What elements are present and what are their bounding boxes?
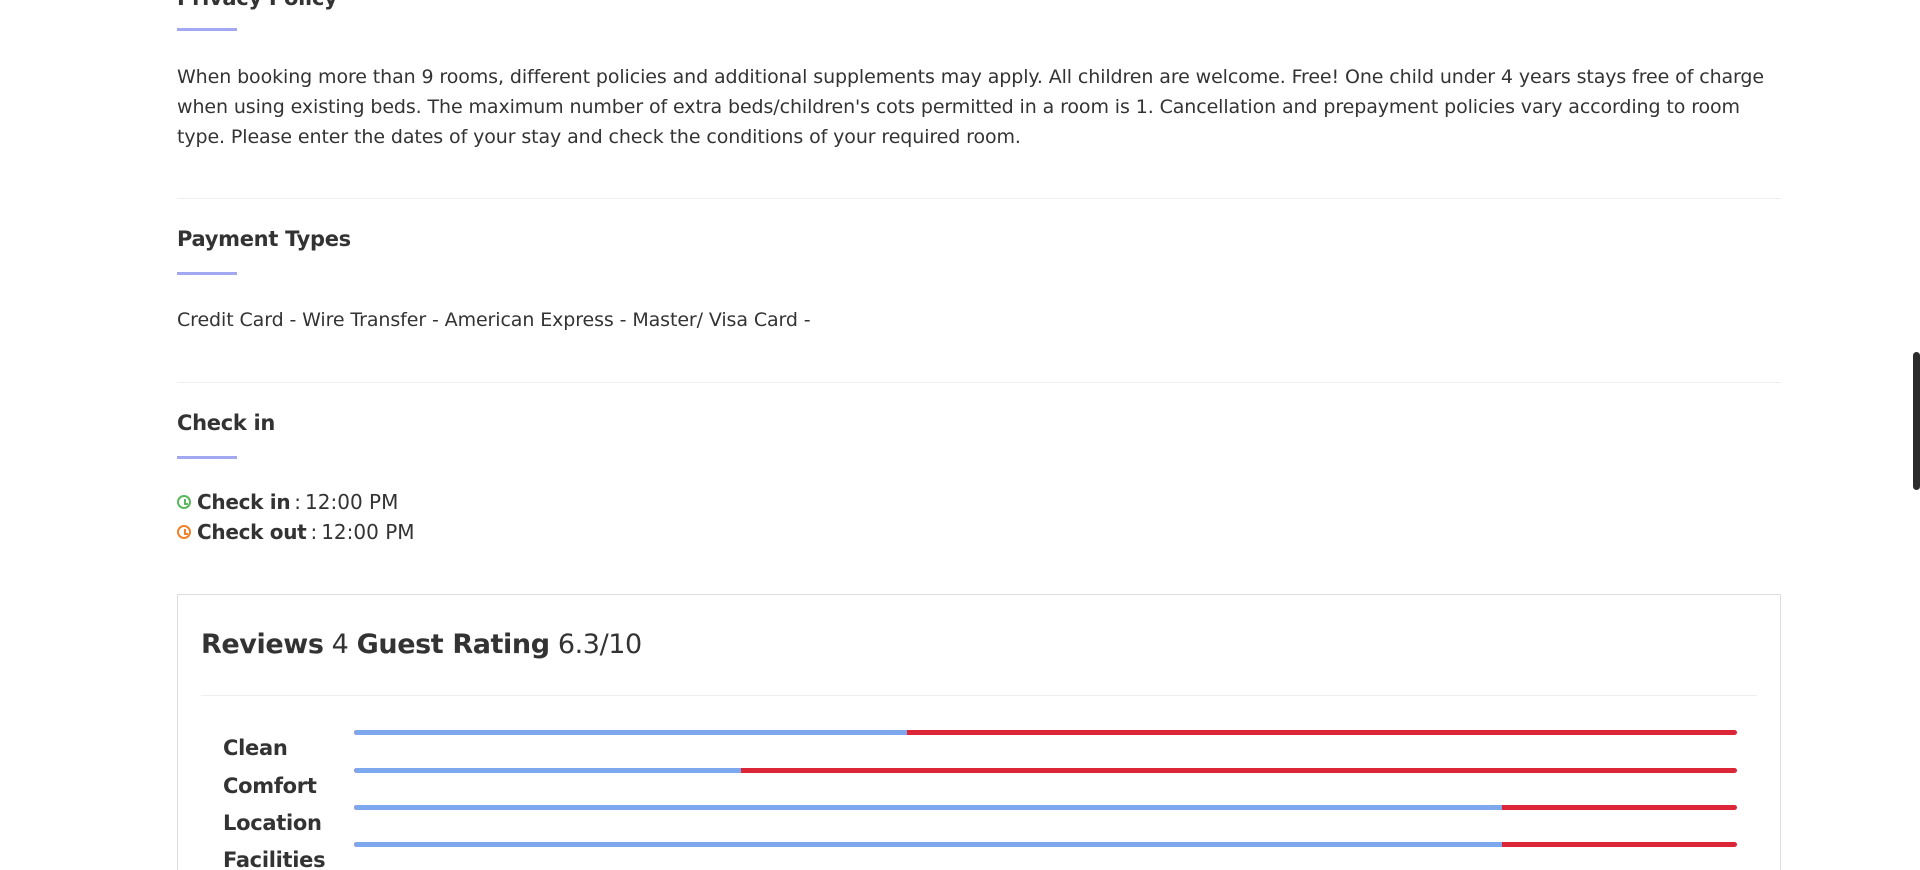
rating-row-clean: Clean	[223, 724, 1743, 760]
check-out-label: Check out	[197, 520, 307, 544]
rating-row-location: Location	[223, 799, 1743, 835]
check-out-time-row: Check out : 12:00 PM	[177, 517, 415, 547]
payment-types-title: Payment Types	[177, 227, 351, 251]
rating-bar-fill	[354, 768, 742, 773]
rating-bar	[354, 842, 1737, 847]
check-in-label: Check in	[197, 490, 291, 514]
reviews-label: Reviews	[201, 629, 324, 660]
guest-rating-value: 6.3/10	[557, 629, 642, 660]
rating-bar	[354, 805, 1737, 810]
clock-icon	[177, 525, 191, 539]
payment-types-text: Credit Card - Wire Transfer - American E…	[177, 309, 811, 331]
guest-rating-label: Guest Rating	[356, 629, 550, 660]
page-scrollbar-thumb[interactable]	[1913, 352, 1920, 490]
privacy-policy-title: Privacy Policy	[177, 0, 338, 10]
rating-bar-fill	[354, 730, 908, 735]
check-in-separator: :	[294, 490, 302, 514]
check-in-time: 12:00 PM	[305, 490, 399, 514]
check-in-time-row: Check in : 12:00 PM	[177, 487, 398, 517]
rating-bar	[354, 768, 1737, 773]
privacy-policy-text: When booking more than 9 rooms, differen…	[177, 66, 1764, 148]
rating-row-facilities: Facilities	[223, 836, 1743, 870]
check-out-time: 12:00 PM	[321, 520, 415, 544]
rating-label: Facilities	[223, 848, 326, 870]
rating-label: Location	[223, 811, 322, 835]
payment-types-section: Payment Types Credit Card - Wire Transfe…	[177, 199, 1781, 383]
rating-label: Comfort	[223, 774, 317, 798]
rating-bar	[354, 730, 1737, 735]
hotel-details-page: Privacy Policy When booking more than 9 …	[0, 0, 1920, 870]
reviews-header: Reviews 4 Guest Rating 6.3/10	[201, 629, 642, 660]
check-out-separator: :	[310, 520, 318, 544]
privacy-policy-section: Privacy Policy When booking more than 9 …	[177, 0, 1781, 199]
check-in-title: Check in	[177, 411, 276, 435]
rating-row-comfort: Comfort	[223, 762, 1743, 798]
clock-icon	[177, 495, 191, 509]
reviews-divider	[201, 695, 1757, 696]
rating-bar-fill	[354, 805, 1502, 810]
reviews-count: 4	[331, 629, 349, 660]
check-in-underline	[177, 456, 237, 459]
rating-bar-fill	[354, 842, 1502, 847]
hotel-info-content: Privacy Policy When booking more than 9 …	[177, 0, 1781, 583]
reviews-panel: Reviews 4 Guest Rating 6.3/10 Clean Comf…	[177, 594, 1781, 870]
check-in-section: Check in Check in : 12:00 PM Check out :…	[177, 383, 1781, 583]
payment-types-underline	[177, 272, 237, 275]
rating-label: Clean	[223, 736, 288, 760]
privacy-policy-underline	[177, 28, 237, 31]
